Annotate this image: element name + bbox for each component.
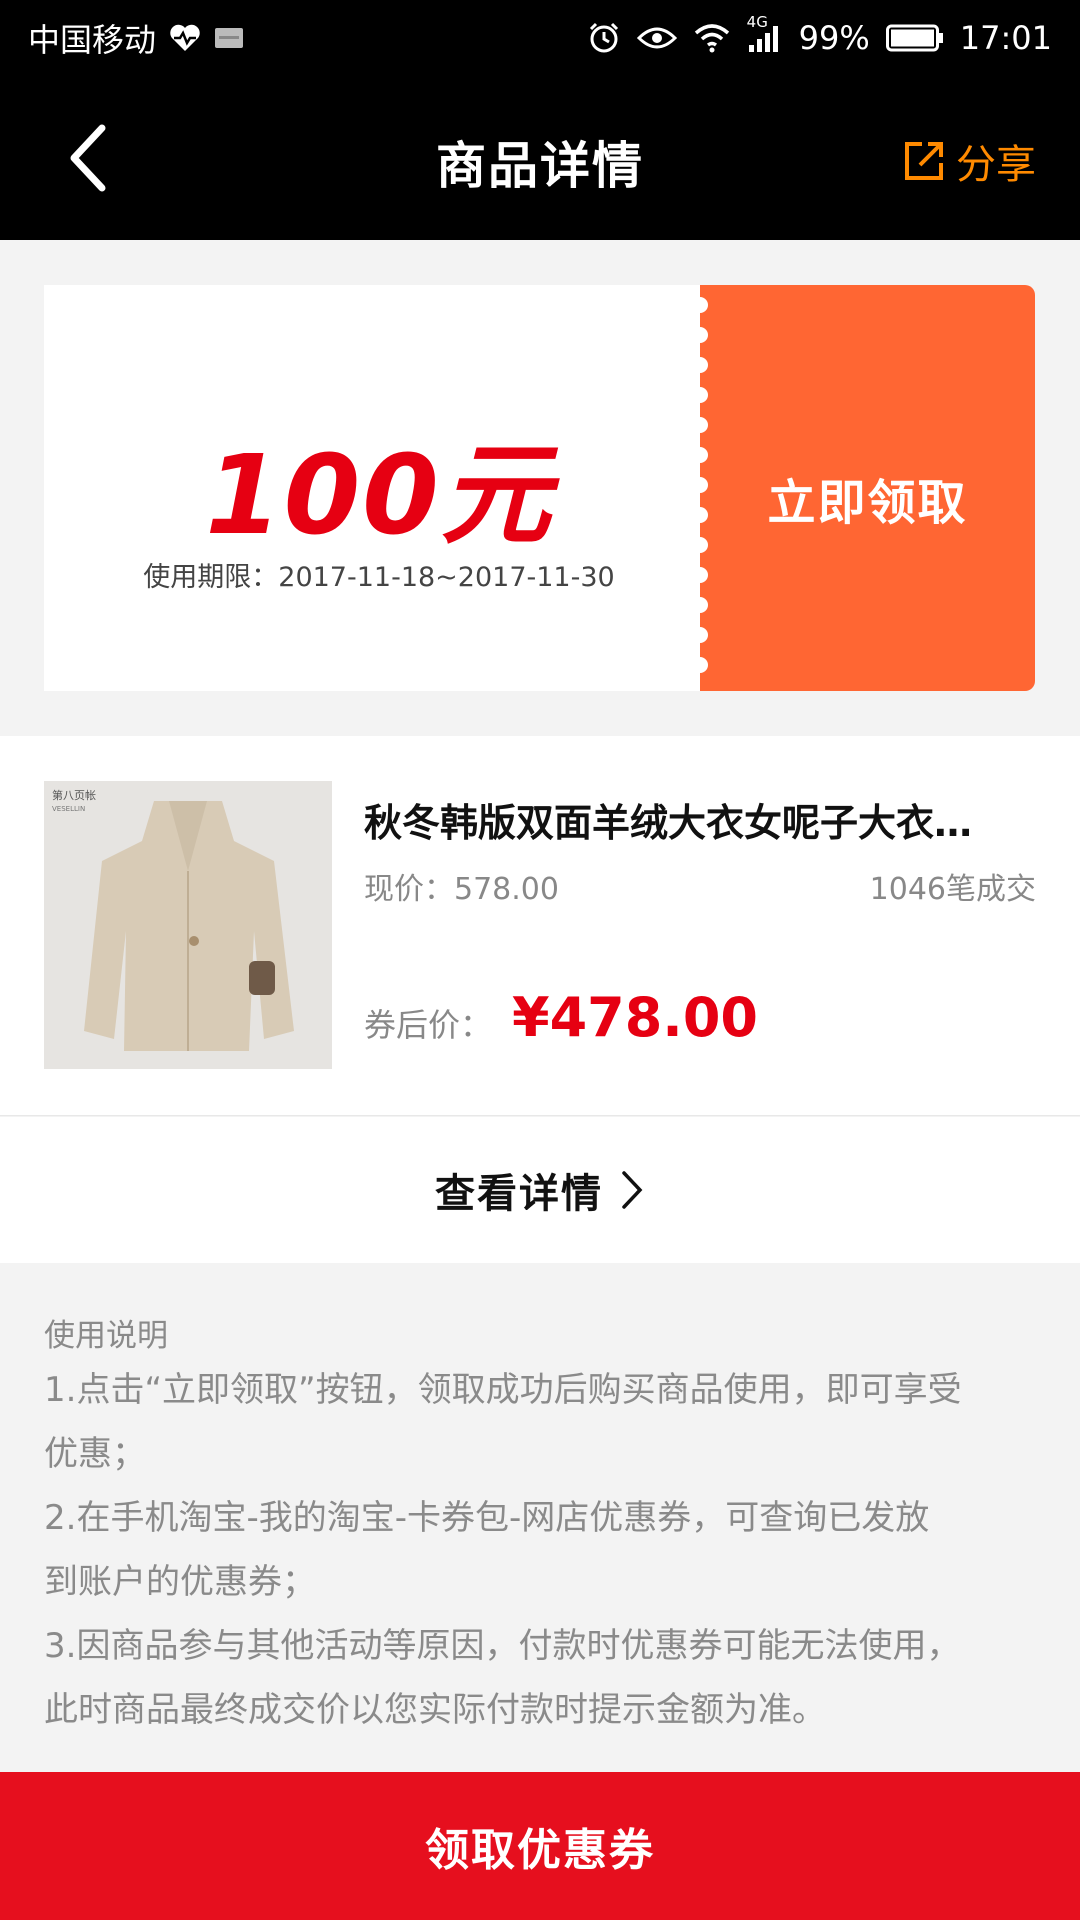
network-label: 4G	[746, 13, 768, 31]
product-card[interactable]: 第八页帐 VESELLIN 秋冬韩版双面羊绒大衣女呢子大衣… 现价：578.00…	[0, 736, 1080, 1116]
share-button[interactable]: 分享	[902, 132, 1036, 190]
coupon-amount: 100元	[205, 431, 553, 559]
message-icon	[214, 26, 244, 50]
instruction-line: 2.在手机淘宝-我的淘宝-卡券包-网店优惠券，可查询已发放	[44, 1498, 930, 1538]
chevron-right-icon	[622, 1171, 643, 1209]
signal-icon: 4G	[747, 13, 783, 53]
coat-image: 第八页帐 VESELLIN	[44, 781, 332, 1069]
instruction-line: 优惠；	[44, 1434, 146, 1474]
instruction-line: 到账户的优惠券；	[44, 1562, 316, 1602]
view-details-button[interactable]: 查看详情	[0, 1117, 1080, 1263]
coupon-validity: 使用期限：2017-11-18~2017-11-30	[143, 562, 615, 593]
wifi-icon	[693, 23, 731, 53]
usage-instructions: 使用说明 1.点击“立即领取”按钮，领取成功后购买商品使用，即可享受 优惠； 2…	[0, 1264, 1080, 1772]
status-right: 4G 99% 17:01	[587, 13, 1052, 57]
carrier-label: 中国移动	[28, 21, 157, 59]
coupon-section: 100元 使用期限：2017-11-18~2017-11-30 立即领取	[0, 240, 1080, 736]
product-sales: 1046笔成交	[869, 872, 1036, 907]
coupon-price-row: 券后价： ¥478.00	[364, 986, 758, 1049]
product-title: 秋冬韩版双面羊绒大衣女呢子大衣…	[364, 801, 973, 845]
share-label: 分享	[956, 142, 1036, 188]
image-brand: 第八页帐	[52, 788, 96, 802]
claim-now-button[interactable]: 立即领取	[694, 285, 1035, 691]
claim-now-label: 立即领取	[767, 475, 968, 531]
nav-bar: 商品详情 分享	[0, 76, 1080, 240]
get-coupon-label: 领取优惠券	[425, 1825, 655, 1876]
alarm-icon	[587, 21, 621, 55]
product-price: 现价：578.00	[364, 872, 559, 907]
heart-pulse-icon	[168, 23, 202, 53]
instructions-title: 使用说明	[44, 1318, 168, 1354]
view-details-label: 查看详情	[435, 1171, 603, 1217]
product-image[interactable]: 第八页帐 VESELLIN	[44, 781, 332, 1069]
share-icon	[905, 142, 943, 180]
coupon-price-label: 券后价：	[364, 1006, 493, 1044]
get-coupon-button[interactable]: 领取优惠券	[0, 1772, 1080, 1920]
status-left: 中国移动	[28, 15, 244, 61]
instruction-line: 1.点击“立即领取”按钮，领取成功后购买商品使用，即可享受	[44, 1370, 962, 1410]
clock: 17:01	[959, 19, 1052, 57]
battery-percent: 99%	[798, 19, 870, 57]
page: 中国移动 4G 99% 17:01 商品详情 分享 100元 使用期限：2017…	[0, 0, 1080, 1920]
status-bar: 中国移动 4G 99% 17:01	[0, 0, 1080, 76]
eye-icon	[636, 24, 677, 52]
image-brand-sub: VESELLIN	[52, 805, 85, 813]
battery-icon	[885, 23, 944, 53]
instruction-line: 3.因商品参与其他活动等原因，付款时优惠券可能无法使用，	[44, 1626, 961, 1666]
coupon-info: 100元 使用期限：2017-11-18~2017-11-30	[44, 285, 714, 691]
coupon-price: ¥478.00	[512, 986, 758, 1049]
instruction-line: 此时商品最终成交价以您实际付款时提示金额为准。	[44, 1690, 826, 1730]
